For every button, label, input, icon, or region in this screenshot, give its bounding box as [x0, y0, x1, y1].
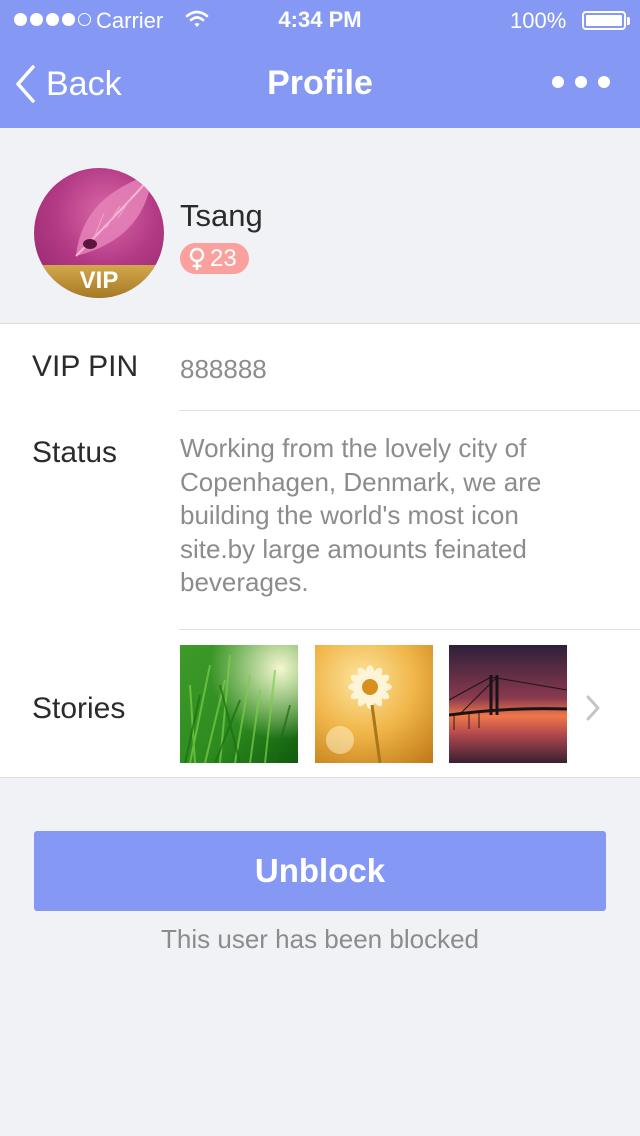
battery-percent: 100%: [510, 8, 567, 33]
vip-pin-value: 888888: [180, 354, 267, 384]
bridge-sunset-photo: [449, 645, 567, 763]
divider: [179, 410, 640, 411]
vip-pin-label: VIP PIN: [32, 350, 139, 383]
gender-age-badge: 23: [180, 243, 249, 274]
profile-header: VIP Tsang 23: [0, 128, 640, 323]
more-dots-icon[interactable]: [552, 76, 610, 88]
story-thumbnail-grass[interactable]: [180, 645, 298, 763]
story-thumbnail-flower[interactable]: [315, 645, 433, 763]
divider: [179, 629, 640, 630]
blocked-note: This user has been blocked: [161, 924, 479, 954]
profile-details: VIP PIN 888888 Status Working from the l…: [0, 323, 640, 778]
header: Carrier 4:34 PM 100% Back Profile: [0, 0, 640, 128]
vip-badge: VIP: [34, 265, 164, 298]
age-value: 23: [210, 244, 237, 272]
avatar[interactable]: VIP: [34, 168, 164, 298]
page-title: Profile: [267, 64, 373, 102]
stories-label: Stories: [32, 692, 126, 725]
status-text: Working from the lovely city of Copenhag…: [180, 433, 542, 597]
battery-tip: [627, 17, 630, 25]
female-icon: [189, 247, 205, 270]
story-thumbnail-bridge[interactable]: [449, 645, 567, 763]
battery-icon: [582, 11, 626, 30]
status-bar: Carrier 4:34 PM 100%: [0, 0, 640, 40]
unblock-button[interactable]: Unblock: [34, 831, 606, 911]
nav-bar: Back Profile: [0, 40, 640, 128]
status-label: Status: [32, 436, 118, 469]
flower-photo: [315, 645, 433, 763]
grass-photo: [180, 645, 298, 763]
user-name: Tsang: [180, 198, 263, 233]
chevron-right-icon[interactable]: [584, 694, 602, 722]
